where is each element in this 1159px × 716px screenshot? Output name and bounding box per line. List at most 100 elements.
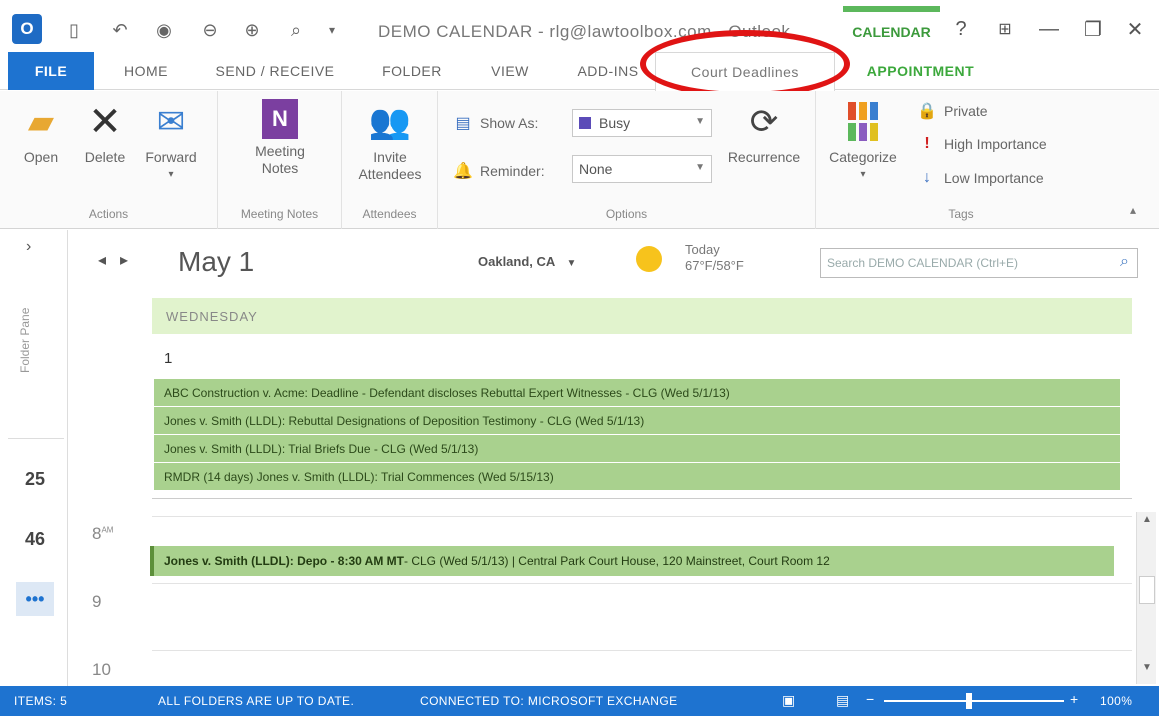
categorize-label: Categorize — [829, 149, 897, 165]
scroll-thumb[interactable] — [1139, 576, 1155, 604]
day-header: WEDNESDAY — [152, 298, 1132, 334]
normal-view-icon[interactable]: ▣ — [782, 692, 796, 709]
zoom-slider[interactable] — [884, 700, 1064, 702]
forward-label: Forward — [145, 149, 197, 165]
vertical-scrollbar[interactable]: ▲ ▼ — [1136, 512, 1156, 684]
tab-view[interactable]: VIEW — [480, 52, 540, 90]
forward-button[interactable]: ✉ Forward ▾ — [140, 99, 202, 194]
weather-temperature: 67°F/58°F — [685, 258, 744, 273]
zoom-slider-thumb[interactable] — [966, 693, 972, 709]
zoom-out-icon[interactable]: ⊖ — [196, 16, 224, 44]
reminder-dropdown[interactable]: None ▼ — [572, 155, 712, 183]
day-number[interactable]: 1 — [164, 350, 172, 367]
ribbon-display-options-button[interactable]: ⊞ — [988, 14, 1022, 44]
weather-city-label: Oakland, CA — [478, 254, 555, 269]
close-button[interactable]: ✕ — [1118, 14, 1152, 44]
delete-label: Delete — [84, 149, 126, 165]
status-bar: ITEMS: 5 ALL FOLDERS ARE UP TO DATE. CON… — [0, 686, 1159, 716]
appointment-deposition[interactable]: Jones v. Smith (LLDL): Depo - 8:30 AM MT… — [150, 546, 1114, 576]
help-button[interactable]: ? — [944, 14, 978, 44]
invite-attendees-button[interactable]: 👥 Invite Attendees — [352, 99, 428, 194]
minimize-button[interactable]: — — [1032, 14, 1066, 44]
more-nav-icon[interactable]: ••• — [16, 582, 54, 616]
hour-line — [152, 650, 1132, 651]
low-importance-button[interactable]: ↓ Low Importance — [916, 169, 1044, 187]
calendar-nav-icon[interactable]: 46 — [16, 522, 54, 556]
restore-button[interactable]: ❐ — [1076, 14, 1110, 44]
recurrence-icon: ⟳ — [749, 103, 779, 141]
weather-location-dropdown[interactable]: Oakland, CA ▼ — [478, 254, 576, 269]
zoom-level[interactable]: 100% — [1100, 694, 1132, 708]
open-label: Open — [23, 149, 59, 165]
weather-today: Today 67°F/58°F — [685, 242, 744, 274]
all-day-event[interactable]: Jones v. Smith (LLDL): Trial Briefs Due … — [154, 435, 1120, 462]
reminder-label-row: 🔔 Reminder: — [452, 161, 545, 181]
zoom-in-icon[interactable]: ⊕ — [238, 16, 266, 44]
show-as-label: Show As: — [480, 115, 539, 131]
ribbon-group-meeting-notes: N Meeting Notes Meeting Notes — [218, 91, 342, 229]
outlook-logo-icon[interactable]: O — [12, 14, 42, 44]
tab-file[interactable]: FILE — [8, 52, 94, 90]
group-label-tags: Tags — [948, 207, 974, 221]
meeting-notes-button[interactable]: N Meeting Notes — [244, 99, 316, 194]
eye-icon[interactable]: ◉ — [150, 16, 178, 44]
next-day-icon[interactable]: ▸ — [120, 252, 142, 269]
chevron-down-icon: ▼ — [566, 258, 577, 269]
all-day-event[interactable]: ABC Construction v. Acme: Deadline - Def… — [154, 379, 1120, 406]
private-button[interactable]: 🔒 Private — [916, 101, 988, 121]
status-items: ITEMS: 5 — [14, 694, 68, 708]
collapse-ribbon-icon[interactable]: ▴ — [1130, 203, 1136, 217]
ribbon-group-actions: ▰ Open ✕ Delete ✉ Forward ▾ Actions — [0, 91, 218, 229]
show-as-dropdown[interactable]: Busy ▼ — [572, 109, 712, 137]
low-importance-label: Low Importance — [944, 170, 1044, 186]
down-arrow-icon: ↓ — [923, 169, 931, 186]
tab-folder[interactable]: FOLDER — [372, 52, 452, 90]
high-importance-button[interactable]: ! High Importance — [916, 135, 1046, 153]
search-placeholder: Search DEMO CALENDAR (Ctrl+E) — [827, 256, 1019, 270]
previous-day-icon[interactable]: ◂ — [98, 252, 120, 269]
show-as-icon: ▤ — [455, 115, 471, 132]
open-button[interactable]: ▰ Open — [10, 99, 72, 194]
show-as-label-row: ▤ Show As: — [452, 113, 538, 133]
zoom-out-button[interactable]: − — [866, 691, 875, 707]
group-label-options: Options — [605, 207, 648, 221]
categorize-button[interactable]: Categorize ▾ — [822, 99, 904, 194]
expand-folder-pane-icon[interactable]: › — [26, 238, 31, 256]
day-nav-arrows: ◂▸ — [98, 250, 142, 270]
folder-open-icon: ▰ — [27, 103, 55, 141]
meeting-notes-label: Meeting Notes — [255, 143, 305, 176]
tab-appointment[interactable]: APPOINTMENT — [838, 52, 1003, 90]
ribbon: ▰ Open ✕ Delete ✉ Forward ▾ Actions N Me… — [0, 91, 1159, 229]
group-label-meeting-notes: Meeting Notes — [240, 207, 319, 221]
scroll-up-icon[interactable]: ▲ — [1137, 514, 1157, 534]
search-input[interactable]: Search DEMO CALENDAR (Ctrl+E) ⌕ — [820, 248, 1138, 278]
forward-dropdown-icon[interactable]: ▾ — [168, 166, 173, 183]
zoom-in-button[interactable]: + — [1070, 691, 1079, 707]
folder-pane-label[interactable]: Folder Pane — [18, 290, 48, 390]
new-item-icon[interactable]: ▯ — [60, 16, 88, 44]
hour-8-suffix: AM — [101, 525, 114, 535]
group-label-attendees: Attendees — [362, 207, 417, 221]
reading-view-icon[interactable]: ▤ — [836, 692, 850, 709]
hour-label-9: 9 — [92, 592, 102, 611]
search-icon[interactable]: ⌕ — [1120, 253, 1129, 271]
tab-send-receive[interactable]: SEND / RECEIVE — [205, 52, 345, 90]
scroll-down-icon[interactable]: ▼ — [1137, 662, 1157, 682]
search-qat-icon[interactable]: ⌕ — [282, 16, 310, 44]
invite-attendees-label: Invite Attendees — [358, 149, 422, 182]
busy-swatch-icon — [579, 117, 591, 129]
reminder-value: None — [579, 161, 613, 177]
categorize-dropdown-icon[interactable]: ▾ — [860, 166, 865, 183]
ribbon-group-tags: Categorize ▾ 🔒 Private ! High Importance… — [816, 91, 1106, 229]
calendar-tools-label: CALENDAR — [843, 6, 940, 46]
delete-button[interactable]: ✕ Delete — [74, 99, 136, 194]
customize-qat-icon[interactable]: ▾ — [318, 16, 346, 44]
categorize-icon — [840, 99, 886, 145]
recurrence-button[interactable]: ⟳ Recurrence — [722, 99, 806, 194]
undo-icon[interactable]: ↶ — [106, 16, 134, 44]
tab-home[interactable]: HOME — [108, 52, 184, 90]
all-day-event[interactable]: RMDR (14 days) Jones v. Smith (LLDL): Tr… — [154, 463, 1120, 490]
mail-nav-icon[interactable]: 25 — [16, 462, 54, 496]
all-day-event[interactable]: Jones v. Smith (LLDL): Rebuttal Designat… — [154, 407, 1120, 434]
tab-add-ins[interactable]: ADD-INS — [568, 52, 648, 90]
